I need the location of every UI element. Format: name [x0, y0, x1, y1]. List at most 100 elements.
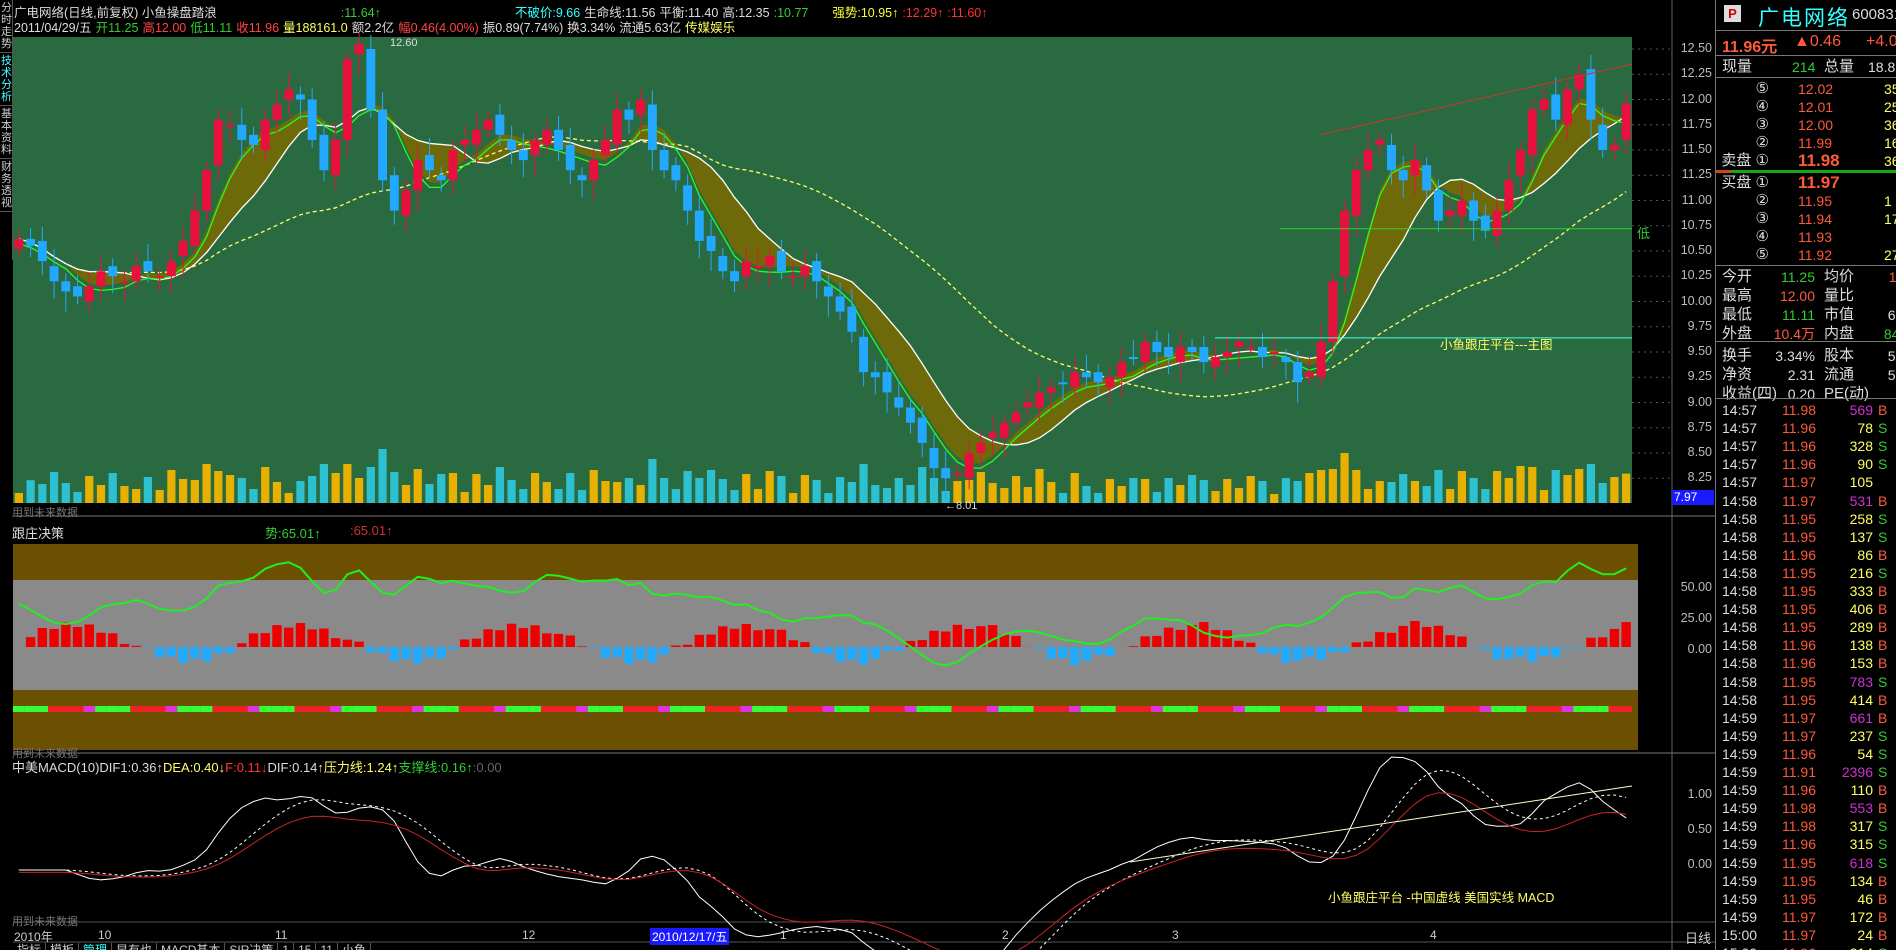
trade-price: 11.95: [1782, 510, 1816, 527]
mid-tick: 0.00: [1687, 642, 1712, 656]
chart-area[interactable]: [0, 0, 1715, 950]
time-axis-label: 11: [275, 928, 288, 942]
mid-panel-value-1: 势:65.01↑: [265, 526, 321, 541]
trade-row[interactable]: 14:59 11.95 618 S: [1716, 854, 1896, 872]
market-logo: P: [1724, 5, 1741, 22]
trade-row[interactable]: 14:59 11.97 661 B: [1716, 709, 1896, 727]
order-book-row[interactable]: ④ 11.93: [1716, 228, 1896, 246]
mid-bar: [25, 637, 36, 647]
trade-volume: 315: [1849, 836, 1873, 853]
volume-bar: [824, 493, 833, 503]
trade-row[interactable]: 14:58 11.97 531 B: [1716, 492, 1896, 510]
bottom-tab[interactable]: 小鱼: [338, 943, 371, 950]
trade-row[interactable]: 14:58 11.96 138 B: [1716, 636, 1896, 654]
volume-bar: [1328, 469, 1337, 503]
order-book-row[interactable]: ④ 12.01 25: [1716, 98, 1896, 116]
mid-bar: [1445, 635, 1455, 647]
trade-row[interactable]: 14:59 11.96 110 B: [1716, 781, 1896, 799]
trade-row[interactable]: 14:58 11.95 258 S: [1716, 510, 1896, 528]
trade-row[interactable]: 14:57 11.96 328 S: [1716, 437, 1896, 455]
mid-bar: [377, 647, 388, 653]
trade-row[interactable]: 14:59 11.96 315 S: [1716, 835, 1896, 853]
trade-row[interactable]: 15:00 11.96 214 S: [1716, 944, 1896, 950]
order-book-row[interactable]: ③ 11.94 17: [1716, 210, 1896, 228]
trade-row[interactable]: 14:57 11.96 78 S: [1716, 419, 1896, 437]
trade-row[interactable]: 14:59 11.96 54 S: [1716, 745, 1896, 763]
candle-body: [999, 422, 1009, 438]
trade-row[interactable]: 14:58 11.95 414 B: [1716, 691, 1896, 709]
mid-bar: [248, 633, 259, 647]
candle-body: [295, 94, 305, 100]
header-value: :0.00: [472, 760, 502, 775]
trade-row[interactable]: 14:58 11.95 406 B: [1716, 600, 1896, 618]
trade-price: 11.95: [1782, 890, 1816, 907]
mid-bar: [1269, 647, 1279, 655]
trade-row[interactable]: 14:57 11.97 105: [1716, 473, 1896, 491]
trade-time: 14:57: [1722, 474, 1758, 491]
order-book-row[interactable]: ② 11.99 163: [1716, 134, 1896, 152]
trade-row[interactable]: 14:58 11.96 153 B: [1716, 654, 1896, 672]
mid-bar: [718, 626, 728, 647]
volume-bar: [718, 479, 727, 503]
bottom-tab[interactable]: 11: [316, 943, 338, 950]
stat-row: 换手 3.34% 股本 5.63: [1716, 347, 1896, 365]
volume-bar: [448, 473, 458, 503]
bottom-tab[interactable]: 早有也: [112, 943, 158, 950]
trade-row[interactable]: 14:58 11.95 137 S: [1716, 528, 1896, 546]
bottom-tab[interactable]: 管理: [79, 943, 113, 950]
trade-row[interactable]: 14:59 11.98 317 S: [1716, 817, 1896, 835]
order-book-row[interactable]: 买盘 ① 11.97: [1716, 174, 1896, 192]
bottom-tab[interactable]: 1: [278, 943, 295, 950]
volume-bar: [613, 482, 622, 503]
volume-bar: [753, 489, 763, 503]
trade-time: 14:58: [1722, 655, 1758, 672]
signal-strip: [505, 706, 518, 712]
trade-row[interactable]: 14:59 11.95 46 B: [1716, 890, 1896, 908]
candle-body: [647, 104, 657, 150]
signal-strip: [963, 706, 976, 712]
mid-bar: [1504, 647, 1514, 659]
bottom-tab[interactable]: 15: [294, 943, 317, 950]
price-tick: 11.75: [1681, 116, 1712, 131]
level-label: ②: [1755, 134, 1769, 151]
bottom-tab[interactable]: 模板: [46, 943, 80, 950]
signal-strip: [83, 706, 96, 712]
trade-row[interactable]: 14:57 11.96 90 S: [1716, 455, 1896, 473]
bottom-tab[interactable]: SIR决策: [225, 943, 279, 950]
trade-row[interactable]: 14:58 11.95 216 S: [1716, 564, 1896, 582]
period-label[interactable]: 日线: [1685, 928, 1711, 947]
trade-row[interactable]: 14:59 11.98 553 B: [1716, 799, 1896, 817]
trade-row[interactable]: 14:59 11.97 237 S: [1716, 727, 1896, 745]
order-book-row[interactable]: 卖盘 ① 11.98 36: [1716, 152, 1896, 170]
bottom-tab[interactable]: MACD基本: [157, 943, 226, 950]
trade-volume: 46: [1857, 890, 1873, 907]
trade-row[interactable]: 14:59 11.95 134 B: [1716, 872, 1896, 890]
trade-row[interactable]: 14:58 11.96 86 B: [1716, 546, 1896, 564]
trade-row[interactable]: 14:57 11.98 569 B: [1716, 401, 1896, 419]
stat-label: 均价: [1824, 268, 1855, 285]
order-book-row[interactable]: ③ 12.00 368: [1716, 116, 1896, 134]
signal-strip: [752, 706, 764, 712]
order-book-row[interactable]: ⑤ 11.92 27: [1716, 246, 1896, 264]
trade-row[interactable]: 14:58 11.95 783 S: [1716, 673, 1896, 691]
level-volume: 27: [1884, 247, 1896, 263]
signal-strip: [986, 706, 999, 712]
trade-row[interactable]: 14:58 11.95 289 B: [1716, 618, 1896, 636]
trade-row[interactable]: 14:58 11.95 333 B: [1716, 582, 1896, 600]
bottom-tab[interactable]: 指标: [13, 943, 47, 950]
trade-row[interactable]: 14:59 11.91 2396 S: [1716, 763, 1896, 781]
candle-body: [1351, 170, 1361, 216]
trade-row[interactable]: 15:00 11.97 24 B: [1716, 926, 1896, 944]
trade-side: S: [1878, 818, 1888, 835]
order-book-row[interactable]: ⑤ 12.02 35: [1716, 80, 1896, 98]
candle-body: [1117, 362, 1127, 378]
signal-strip: [1150, 706, 1163, 712]
candle-body: [518, 150, 528, 161]
mid-bar: [1210, 629, 1221, 647]
candle-body: [917, 417, 927, 443]
trade-row[interactable]: 14:59 11.97 172 B: [1716, 908, 1896, 926]
mid-bar: [1339, 647, 1350, 653]
volume-bar: [308, 476, 317, 503]
order-book-row[interactable]: ② 11.95 1: [1716, 192, 1896, 210]
trade-side: B: [1878, 782, 1888, 799]
